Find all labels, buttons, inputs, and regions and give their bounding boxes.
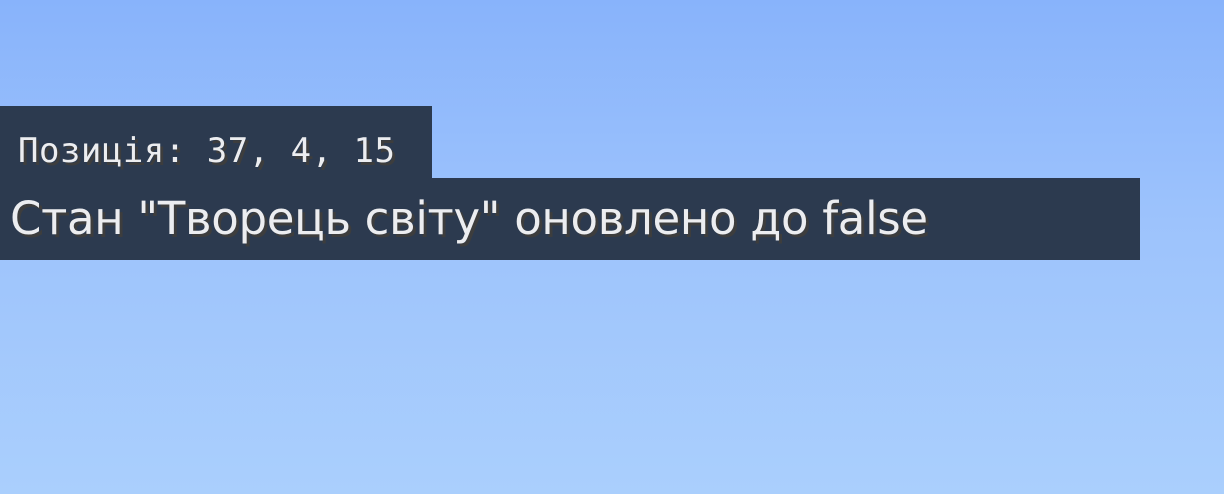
position-text: Позиція: 37, 4, 15 (18, 131, 396, 171)
status-text: Стан "Творець світу" оновлено до false (10, 192, 928, 245)
game-screen: { "chat": { "position_message": "Позиція… (0, 0, 1224, 494)
chat-message-position: Позиція: 37, 4, 15 (0, 106, 432, 178)
chat-message-status: Стан "Творець світу" оновлено до false (0, 178, 1140, 260)
